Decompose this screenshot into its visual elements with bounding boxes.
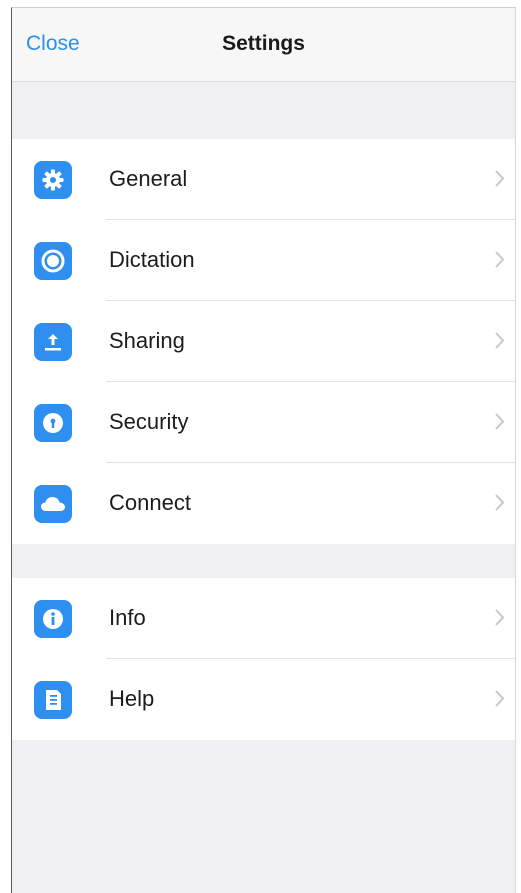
settings-row-label: General (109, 166, 188, 191)
chevron-right-icon (494, 689, 505, 713)
settings-row-dictation[interactable]: Dictation (12, 220, 515, 301)
settings-group-support: Info Help (12, 578, 515, 740)
settings-group-main: General Dictation Sharing Security Conne… (12, 139, 515, 544)
info-icon (34, 600, 72, 638)
settings-row-info[interactable]: Info (12, 578, 515, 659)
cloud-icon (34, 485, 72, 523)
chevron-right-icon (494, 169, 505, 193)
settings-row-label: Sharing (109, 328, 185, 353)
settings-row-help[interactable]: Help (12, 659, 515, 740)
settings-row-general[interactable]: General (12, 139, 515, 220)
help-document-icon (34, 681, 72, 719)
chevron-right-icon (494, 412, 505, 436)
chevron-right-icon (494, 493, 505, 517)
settings-row-label: Info (109, 605, 146, 630)
lock-icon (34, 404, 72, 442)
settings-row-label: Security (109, 409, 189, 434)
gear-icon (34, 161, 72, 199)
settings-row-sharing[interactable]: Sharing (12, 301, 515, 382)
chevron-right-icon (494, 331, 505, 355)
settings-row-connect[interactable]: Connect (12, 463, 515, 544)
settings-row-label: Connect (109, 490, 191, 515)
chevron-right-icon (494, 250, 505, 274)
settings-row-security[interactable]: Security (12, 382, 515, 463)
settings-row-label: Dictation (109, 247, 195, 272)
chevron-right-icon (494, 608, 505, 632)
upload-icon (34, 323, 72, 361)
navigation-bar: Close Settings (12, 8, 515, 82)
settings-screen: Close Settings General Dictation Sharing… (11, 7, 516, 893)
settings-row-label: Help (109, 686, 155, 711)
microphone-circle-icon (34, 242, 72, 280)
page-title: Settings (222, 32, 305, 55)
